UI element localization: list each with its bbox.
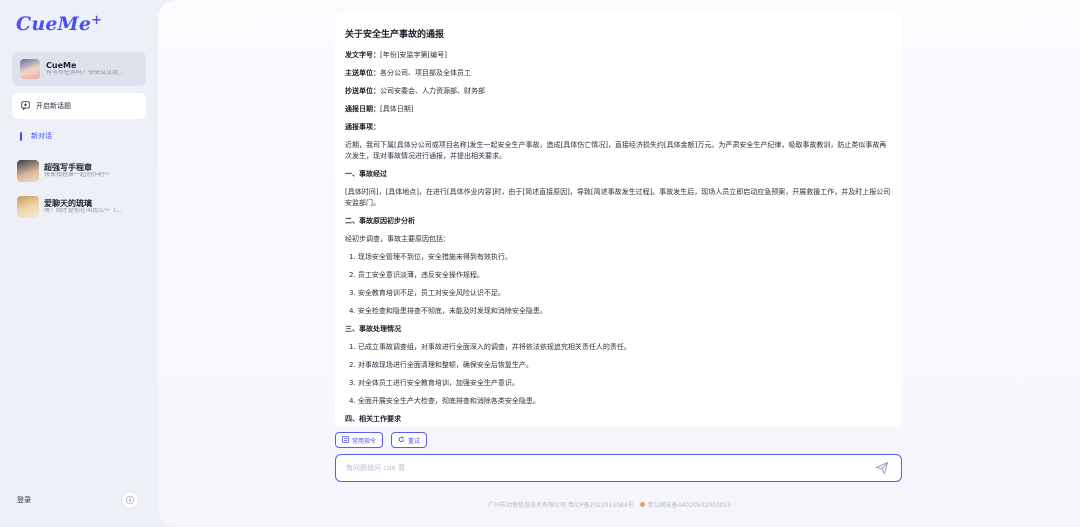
- list-item: 1. 已成立事故调查组，对事故进行全面深入的调查，并将依法依规追究相关责任人的责…: [349, 343, 631, 351]
- logo-plus: +: [91, 13, 103, 28]
- list-item: 4. 全面开展安全生产大检查，彻底排查和消除各类安全隐患。: [349, 397, 540, 405]
- history-title: 超强写手程章: [44, 162, 92, 172]
- avatar: [17, 196, 39, 218]
- list-item: 1. 现场安全管理不到位，安全措施未得到有效执行。: [349, 253, 512, 261]
- login-link[interactable]: 登录: [17, 495, 31, 505]
- chat-plus-icon: [21, 100, 30, 112]
- intro-paragraph: 近期，我司下属[具体分公司或项目名称]发生一起安全生产事故，造成[具体伤亡情况]…: [345, 141, 887, 160]
- history-item-chengzhang[interactable]: 超强写手程章 快来找程章一起创作吧～: [17, 159, 151, 183]
- section-paragraph: [具体时间]，[具体地点]，在进行[具体作业内容]时，由于[简述直接原因]，导致…: [345, 188, 891, 207]
- send-button[interactable]: [871, 457, 893, 479]
- field-doc-number: 发文字号：[年份]安监字第[编号]: [345, 51, 447, 59]
- history-subtitle: 嘿？刚才是你在叫我么～（...: [44, 208, 122, 215]
- footer-icp[interactable]: 广州市动悦信息技术有限公司 粤ICP备2022013084号: [488, 500, 634, 509]
- field-cc: 抄送单位：公司安委会、人力资源部、财务部: [345, 87, 485, 95]
- active-indicator: [20, 131, 22, 141]
- section-paragraph: 经初步调查，事故主要原因包括：: [345, 235, 450, 243]
- new-topic-button[interactable]: 开启新话题: [12, 93, 146, 119]
- common-commands-button[interactable]: 常用指令: [335, 432, 384, 448]
- assistant-subtitle: 有写作任务吗？快来试试我...: [46, 70, 124, 77]
- sidebar: CueMe+ CueMe 有写作任务吗？快来试试我... 开启新话题 新对话 超…: [0, 0, 158, 527]
- send-icon: [875, 461, 889, 475]
- section-heading: 一、事故经过: [345, 170, 387, 178]
- history-title: 爱聊天的琉璃: [44, 198, 92, 208]
- chat-input[interactable]: [346, 464, 871, 472]
- assistant-title: CueMe: [46, 60, 77, 70]
- avatar: [20, 59, 40, 79]
- info-icon[interactable]: ⓘ: [121, 491, 139, 509]
- assistant-card-cueme[interactable]: CueMe 有写作任务吗？快来试试我...: [12, 52, 146, 86]
- history-subtitle: 快来找程章一起创作吧～: [44, 172, 111, 179]
- chat-input-box: [335, 454, 902, 482]
- list-item: 2. 对事故现场进行全面清理和整顿，确保安全后恢复生产。: [349, 361, 533, 369]
- new-dialog-label: 新对话: [31, 132, 52, 140]
- document-title: 关于安全生产事故的通报: [345, 30, 445, 40]
- history-item-liuli[interactable]: 爱聊天的琉璃 嘿？刚才是你在叫我么～（...: [17, 195, 151, 219]
- new-topic-label: 开启新话题: [36, 102, 71, 110]
- section-heading: 四、相关工作要求: [345, 415, 401, 423]
- main-panel: 关于安全生产事故的通报 发文字号：[年份]安监字第[编号] 主送单位：各分公司、…: [158, 0, 1080, 527]
- site-footer: 广州市动悦信息技术有限公司 粤ICP备2022013084号 粤公网安备4401…: [488, 500, 731, 509]
- retry-label: 重试: [408, 437, 421, 445]
- avatar: [17, 160, 39, 182]
- retry-button[interactable]: 重试: [391, 432, 428, 448]
- section-heading: 二、事故原因初步分析: [345, 217, 415, 225]
- command-list-icon: [342, 435, 349, 445]
- sidebar-item-new-dialog[interactable]: 新对话: [20, 131, 52, 141]
- logo-text: CueMe: [16, 13, 92, 35]
- response-document: 关于安全生产事故的通报 发文字号：[年份]安监字第[编号] 主送单位：各分公司、…: [335, 13, 902, 427]
- field-matter: 通报事项：: [345, 123, 380, 131]
- list-item: 4. 安全检查和隐患排查不彻底，未能及时发现和消除安全隐患。: [349, 307, 547, 315]
- police-badge-icon: [639, 502, 645, 507]
- app-logo[interactable]: CueMe+: [16, 13, 102, 35]
- common-commands-label: 常用指令: [352, 437, 377, 445]
- refresh-icon: [398, 435, 405, 445]
- field-recipient: 主送单位：各分公司、项目部及全体员工: [345, 69, 471, 77]
- list-item: 3. 对全体员工进行安全教育培训，加强安全生产意识。: [349, 379, 519, 387]
- list-item: 2. 员工安全意识淡薄，违反安全操作规程。: [349, 271, 484, 279]
- footer-police[interactable]: 粤公网安备44010502003055: [648, 500, 731, 509]
- section-heading: 三、事故处理情况: [345, 325, 401, 333]
- field-date: 通报日期：[具体日期]: [345, 105, 414, 113]
- list-item: 3. 安全教育培训不足，员工对安全风险认识不足。: [349, 289, 505, 297]
